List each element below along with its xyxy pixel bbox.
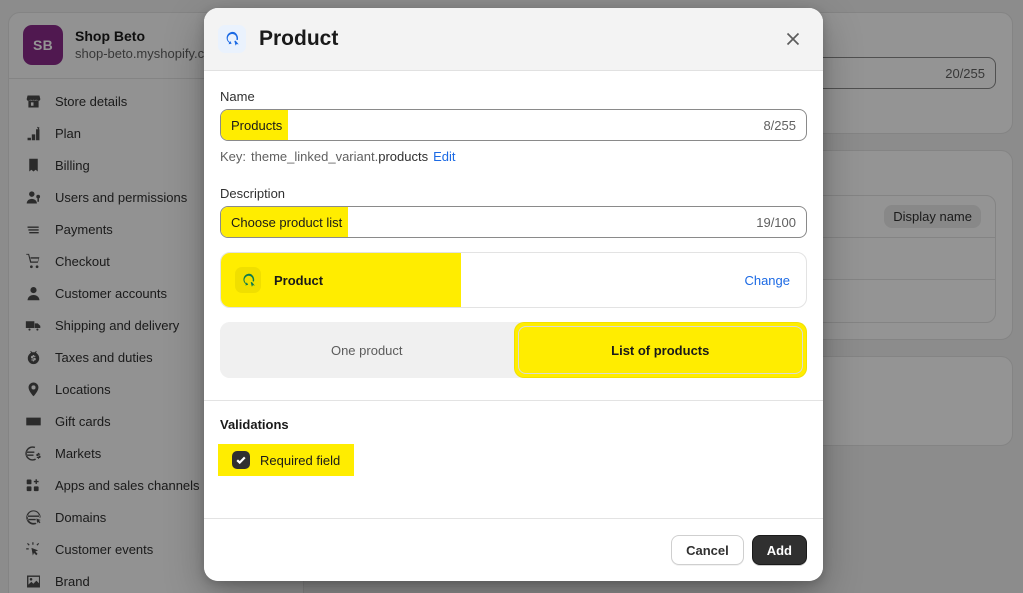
segment-list-of-products[interactable]: List of products [513, 322, 807, 378]
validations-title: Validations [220, 417, 289, 432]
name-input[interactable]: Products 8/255 [220, 109, 807, 141]
description-section: Description Choose product list 19/100 [204, 164, 823, 238]
description-input-value: Choose product list [221, 207, 349, 237]
close-icon[interactable] [779, 25, 807, 53]
modal-body: Name Products 8/255 Key: theme_linked_va… [204, 71, 823, 518]
name-counter: 8/255 [763, 117, 796, 133]
modal-footer: Cancel Add [204, 518, 823, 581]
required-field-row[interactable]: Required field [218, 444, 355, 476]
key-label: Key: [220, 149, 247, 164]
description-label: Description [220, 186, 286, 201]
name-input-value: Products [221, 110, 289, 140]
segment-one-product[interactable]: One product [220, 322, 514, 378]
product-reference-icon [218, 25, 246, 53]
product-reference-icon [235, 267, 261, 293]
change-type-link[interactable]: Change [744, 273, 806, 288]
content-type-card: Product Change [220, 252, 807, 308]
list-type-segmented-control: One product List of products [220, 322, 807, 378]
content-type-left: Product [221, 253, 461, 307]
key-prefix: theme_linked_variant. [251, 149, 379, 164]
validations-section: Validations Required field [204, 401, 823, 476]
required-field-checkbox[interactable] [232, 451, 250, 469]
product-metafield-modal: Product Name Products 8/255 Key: theme_l… [204, 8, 823, 581]
app-root: SB Shop Beto shop-beto.myshopify.co Stor… [0, 0, 1023, 593]
required-field-label: Required field [260, 452, 341, 468]
key-edit-link[interactable]: Edit [433, 149, 455, 164]
description-input[interactable]: Choose product list 19/100 [220, 206, 807, 238]
cancel-button[interactable]: Cancel [671, 535, 744, 565]
name-section: Name Products 8/255 Key: theme_linked_va… [204, 71, 823, 164]
content-type-name: Product [274, 272, 324, 288]
key-name: products [378, 149, 429, 164]
name-label: Name [220, 89, 255, 104]
modal-title: Product [259, 27, 339, 50]
key-line: Key: theme_linked_variant.products Edit [220, 149, 807, 164]
modal-header: Product [204, 8, 823, 71]
description-counter: 19/100 [756, 214, 796, 230]
add-button[interactable]: Add [751, 535, 807, 565]
